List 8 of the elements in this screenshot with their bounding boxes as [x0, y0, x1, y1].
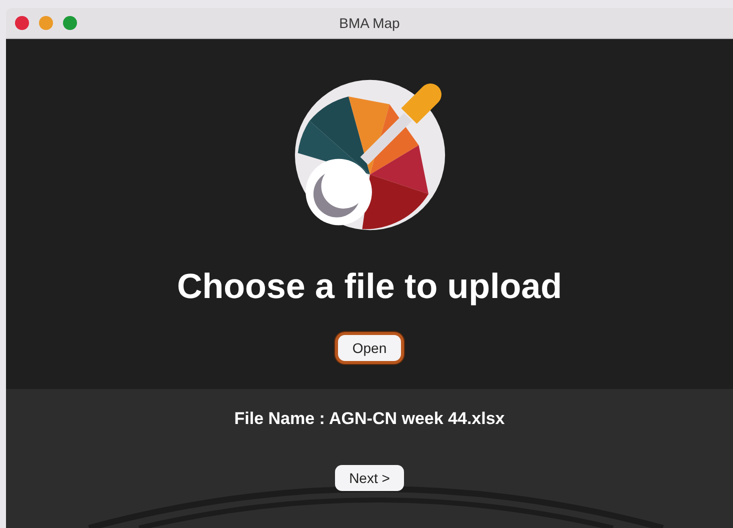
open-button[interactable]: Open — [338, 335, 401, 361]
window-title: BMA Map — [339, 15, 400, 31]
close-button[interactable] — [15, 16, 29, 30]
zoom-button[interactable] — [63, 16, 77, 30]
next-button[interactable]: Next > — [335, 465, 404, 491]
file-name-label: File Name : AGN-CN week 44.xlsx — [234, 409, 505, 429]
page-heading: Choose a file to upload — [176, 267, 562, 307]
minimize-button[interactable] — [39, 16, 53, 30]
